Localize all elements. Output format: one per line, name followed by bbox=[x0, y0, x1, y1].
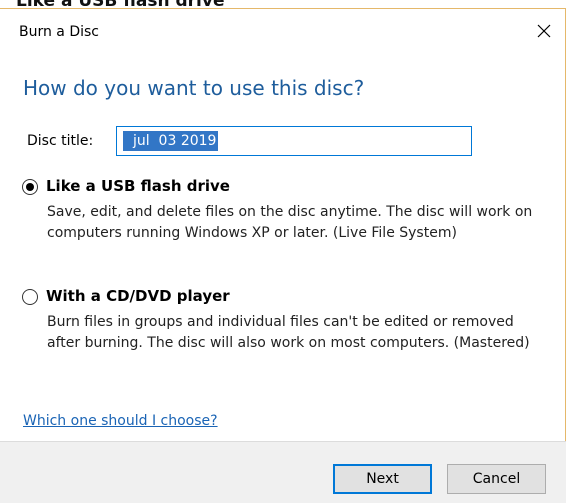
burn-disc-dialog: Burn a Disc How do you want to use this … bbox=[0, 8, 566, 503]
close-icon bbox=[537, 24, 551, 38]
disc-title-value: jul 03 2019 bbox=[123, 131, 219, 151]
option-label: Like a USB flash drive bbox=[46, 177, 230, 195]
title-bar: Burn a Disc bbox=[0, 9, 566, 53]
close-button[interactable] bbox=[522, 9, 566, 53]
cancel-button[interactable]: Cancel bbox=[447, 464, 546, 494]
disc-title-input[interactable]: jul 03 2019 bbox=[116, 126, 472, 156]
next-button[interactable]: Next bbox=[333, 464, 432, 494]
radio-selected-dot bbox=[26, 183, 34, 191]
dialog-footer: Next Cancel bbox=[0, 441, 566, 503]
radio-usb-flash-drive[interactable] bbox=[22, 179, 38, 195]
screen: Like a USB flash drive Burn a Disc How d… bbox=[0, 0, 566, 503]
help-link[interactable]: Which one should I choose? bbox=[23, 413, 218, 429]
option-description: Save, edit, and delete files on the disc… bbox=[47, 204, 533, 241]
dialog-heading: How do you want to use this disc? bbox=[23, 76, 365, 100]
radio-cd-dvd-player[interactable] bbox=[22, 289, 38, 305]
option-description: Burn files in groups and individual file… bbox=[47, 314, 530, 351]
window-title: Burn a Disc bbox=[19, 24, 100, 40]
disc-title-label: Disc title: bbox=[27, 133, 94, 149]
option-label: With a CD/DVD player bbox=[46, 287, 230, 305]
